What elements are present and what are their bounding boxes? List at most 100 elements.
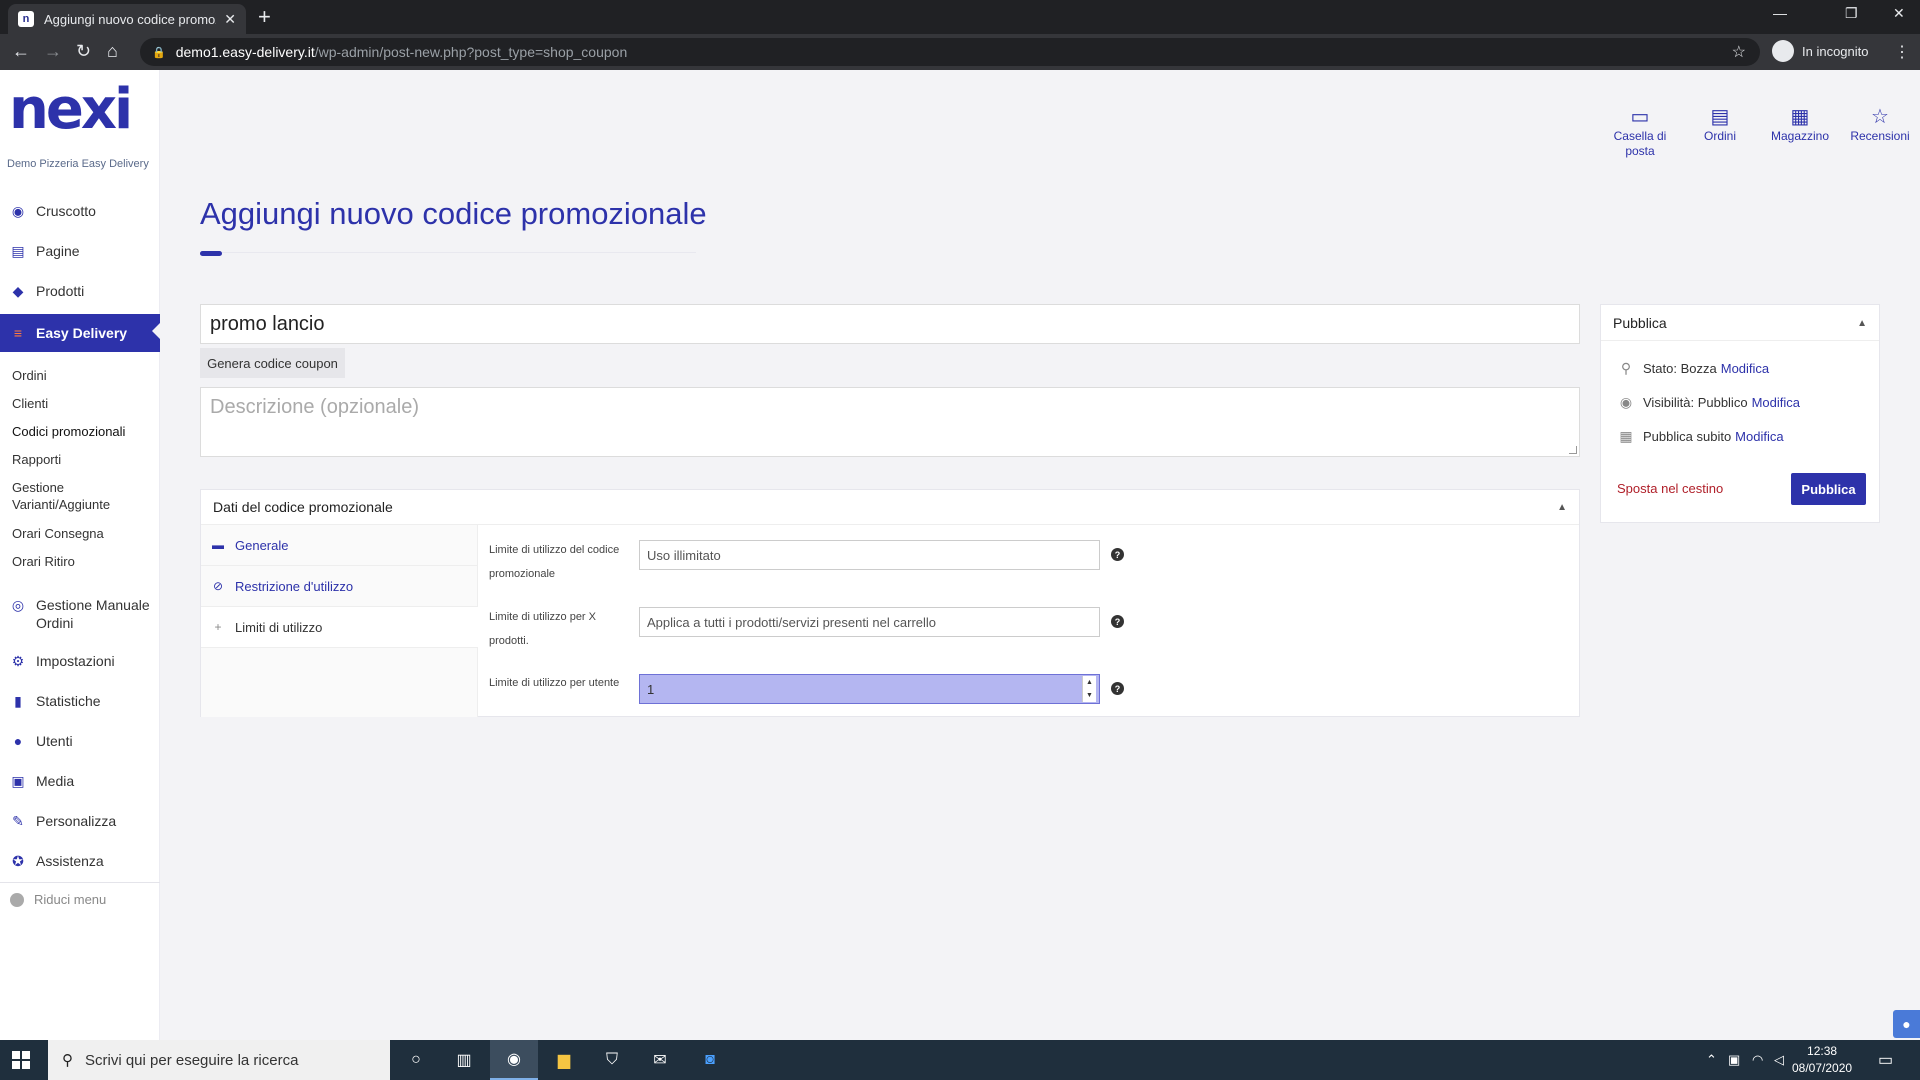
bar-chart-icon: ▮: [14, 692, 22, 709]
coupon-data-title: Dati del codice promozionale: [213, 499, 393, 515]
topbar-magazzino[interactable]: ▦ Magazzino: [1763, 105, 1837, 144]
user-support-icon[interactable]: ●: [1893, 1010, 1920, 1038]
inbox-icon: ▭: [1630, 106, 1650, 128]
media-icon: ▣: [11, 772, 25, 789]
spin-up-icon[interactable]: ▲: [1086, 679, 1093, 686]
windows-taskbar: ⚲ Scrivi qui per eseguire la ricerca ○ ▥…: [0, 1040, 1920, 1080]
address-bar[interactable]: 🔒 demo1.easy-delivery.it /wp-admin/post-…: [140, 38, 1760, 66]
publish-visibility-row: ◉ Visibilità: Pubblico Modifica: [1617, 394, 1800, 411]
submenu-item-orari-ritiro[interactable]: Orari Ritiro: [12, 553, 152, 570]
usage-limit-input[interactable]: Uso illimitato: [639, 540, 1100, 570]
submenu-item-orari-consegna[interactable]: Orari Consegna: [12, 525, 152, 542]
submenu-item-clienti[interactable]: Clienti: [12, 395, 152, 412]
site-name: Demo Pizzeria Easy Delivery: [7, 158, 149, 170]
submenu-item-codici-promozionali[interactable]: Codici promozionali: [12, 423, 152, 440]
submenu-item-rapporti[interactable]: Rapporti: [12, 451, 152, 468]
bookmark-star-icon[interactable]: ☆: [1732, 42, 1746, 62]
windows-start-icon[interactable]: [12, 1051, 30, 1069]
tab-generale[interactable]: ▬ Generale: [201, 525, 478, 566]
edit-status-link[interactable]: Modifica: [1721, 361, 1769, 376]
sidebar-item-gestione-manuale-ordini[interactable]: ◎ Gestione Manuale Ordini: [0, 590, 160, 634]
topbar-casella-di-posta[interactable]: ▭ Casella di posta: [1603, 105, 1677, 159]
home-icon[interactable]: ⌂: [107, 41, 118, 62]
sidebar-item-cruscotto[interactable]: ◉ Cruscotto: [0, 194, 160, 228]
sidebar-item-personalizza[interactable]: ✎ Personalizza: [0, 804, 160, 838]
help-icon[interactable]: ?: [1111, 615, 1124, 628]
wifi-icon[interactable]: ◠: [1752, 1052, 1763, 1068]
publish-button[interactable]: Pubblica: [1791, 473, 1866, 505]
sidebar-item-media[interactable]: ▣ Media: [0, 764, 160, 798]
coupon-code-input[interactable]: promo lancio: [200, 304, 1580, 344]
collapse-triangle-icon[interactable]: ▲: [1557, 502, 1567, 513]
minimize-icon[interactable]: —: [1773, 5, 1787, 21]
coupon-data-header[interactable]: Dati del codice promozionale ▲: [201, 490, 1579, 525]
publish-header[interactable]: Pubblica ▲: [1601, 305, 1879, 341]
generate-coupon-button[interactable]: Genera codice coupon: [200, 348, 345, 378]
tab-limiti-utilizzo[interactable]: + Limiti di utilizzo: [201, 607, 478, 648]
restore-icon[interactable]: ❐: [1845, 5, 1858, 22]
collapse-menu-button[interactable]: Riduci menu: [10, 892, 106, 907]
pages-icon: ▤: [11, 242, 25, 259]
schedule-label: Pubblica subito: [1643, 429, 1732, 444]
sidebar-item-label: Easy Delivery: [36, 325, 128, 341]
tab-label: Limiti di utilizzo: [235, 619, 323, 635]
clock-date: 08/07/2020: [1792, 1061, 1853, 1075]
number-spinner[interactable]: ▲ ▼: [1082, 676, 1096, 702]
description-textarea[interactable]: Descrizione (opzionale): [200, 387, 1580, 457]
submenu-item-gestione-varianti[interactable]: Gestione Varianti/Aggiunte: [12, 479, 152, 513]
taskbar-search-placeholder: Scrivi qui per eseguire la ricerca: [85, 1051, 299, 1069]
security-shield-icon[interactable]: ⛉: [588, 1040, 636, 1080]
sidebar-item-easy-delivery[interactable]: ≡ Easy Delivery: [0, 314, 160, 352]
eye-icon: ◎: [11, 596, 25, 613]
usage-limit-items-input[interactable]: Applica a tutti i prodotti/servizi prese…: [639, 607, 1100, 637]
file-explorer-icon[interactable]: ▆: [540, 1040, 588, 1080]
submenu-item-ordini[interactable]: Ordini: [12, 367, 152, 384]
user-icon: ●: [13, 733, 23, 749]
sidebar-item-utenti[interactable]: ● Utenti: [0, 724, 160, 758]
url-path: /wp-admin/post-new.php?post_type=shop_co…: [314, 44, 628, 60]
back-icon[interactable]: ←: [12, 41, 30, 62]
taskbar-search[interactable]: ⚲ Scrivi qui per eseguire la ricerca: [48, 1040, 390, 1080]
tray-chevron-icon[interactable]: ⌃: [1706, 1052, 1717, 1068]
chrome-icon[interactable]: ◉: [490, 1040, 538, 1080]
spin-down-icon[interactable]: ▼: [1086, 692, 1093, 699]
sidebar-item-statistiche[interactable]: ▮ Statistiche: [0, 684, 160, 718]
mail-icon[interactable]: ✉: [636, 1040, 684, 1080]
cortana-icon[interactable]: ○: [392, 1040, 440, 1080]
browser-tab[interactable]: n Aggiungi nuovo codice promozio ✕: [8, 4, 246, 34]
sidebar-item-impostazioni[interactable]: ⚙ Impostazioni: [0, 644, 160, 678]
browser-menu-icon[interactable]: ⋮: [1894, 42, 1910, 62]
incognito-indicator[interactable]: In incognito: [1772, 40, 1869, 62]
sidebar-item-prodotti[interactable]: ◆ Prodotti: [0, 274, 160, 308]
tray-app-icon[interactable]: ▣: [1728, 1052, 1740, 1068]
reload-icon[interactable]: ↻: [76, 41, 91, 62]
forward-icon[interactable]: →: [44, 41, 62, 62]
close-window-icon[interactable]: ✕: [1893, 5, 1905, 22]
edit-visibility-link[interactable]: Modifica: [1752, 395, 1800, 410]
usage-limit-per-user-input[interactable]: 1 ▲ ▼: [639, 674, 1100, 704]
resize-handle-icon[interactable]: [1569, 446, 1577, 454]
page-title: Aggiungi nuovo codice promozionale: [200, 196, 707, 231]
new-tab-icon[interactable]: +: [258, 6, 271, 28]
nexi-logo[interactable]: nexi: [9, 82, 133, 138]
close-tab-icon[interactable]: ✕: [224, 11, 236, 28]
publish-status-row: ⚲ Stato: Bozza Modifica: [1617, 360, 1769, 377]
collapse-triangle-icon[interactable]: ▲: [1857, 318, 1867, 329]
task-view-icon[interactable]: ▥: [440, 1040, 488, 1080]
notification-center-icon[interactable]: ▭: [1878, 1050, 1893, 1070]
topbar-recensioni[interactable]: ☆ Recensioni: [1843, 105, 1917, 144]
sidebar-item-pagine[interactable]: ▤ Pagine: [0, 234, 160, 268]
help-icon[interactable]: ?: [1111, 682, 1124, 695]
sidebar-item-assistenza[interactable]: ✪ Assistenza: [0, 844, 160, 878]
edit-schedule-link[interactable]: Modifica: [1735, 429, 1783, 444]
publish-panel: Pubblica ▲ ⚲ Stato: Bozza Modifica ◉ Vis…: [1600, 304, 1880, 523]
outlook-icon[interactable]: ◙: [686, 1040, 734, 1080]
volume-icon[interactable]: ◁: [1774, 1052, 1784, 1068]
publish-schedule-row: ▦ Pubblica subito Modifica: [1617, 428, 1783, 445]
move-to-trash-link[interactable]: Sposta nel cestino: [1617, 481, 1723, 496]
topbar-ordini[interactable]: ▤ Ordini: [1683, 105, 1757, 144]
help-icon[interactable]: ?: [1111, 548, 1124, 561]
tab-restrizione-utilizzo[interactable]: ⊘ Restrizione d'utilizzo: [201, 566, 478, 607]
grid-icon: ▦: [1790, 106, 1810, 128]
taskbar-clock[interactable]: 12:38 08/07/2020: [1792, 1043, 1852, 1077]
